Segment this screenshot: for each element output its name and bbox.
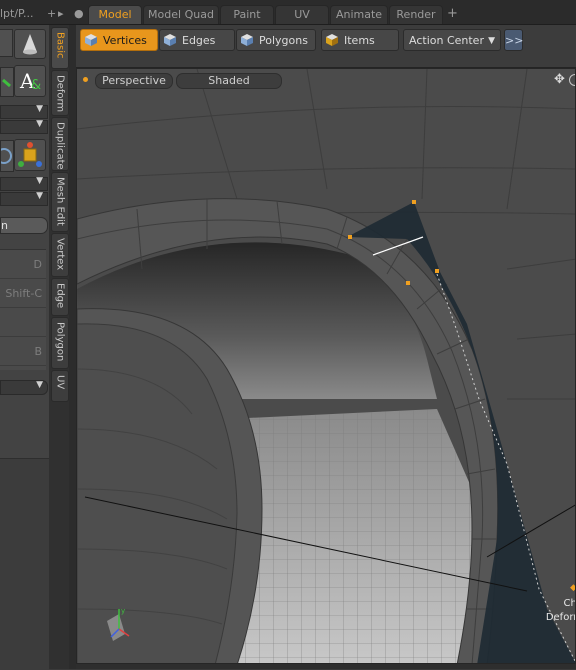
viewport-scene: y (77, 69, 575, 663)
cube-icon (164, 34, 176, 46)
shortcut-list: D Shift-C B (0, 249, 46, 370)
side-tab-duplicate[interactable]: Duplicate (51, 117, 69, 171)
tool-button[interactable] (0, 29, 13, 57)
shortcut-d: D (33, 258, 42, 271)
3d-viewport[interactable]: y Perspective Shaded ✥ ◆ Cha Deform G (76, 68, 576, 664)
edges-mode-button[interactable]: Edges (159, 29, 235, 51)
tab-model-quad[interactable]: Model Quad (143, 5, 219, 24)
selection-toolbar: Vertices Edges Polygons Items Action Cen… (76, 25, 576, 68)
panel-divider[interactable] (69, 25, 76, 669)
cube-icon (241, 34, 253, 46)
ampersand-icon: & (31, 78, 42, 93)
side-tab-strip: Basic Deform Duplicate Mesh Edit Vertex … (49, 25, 69, 669)
orbit-view-icon[interactable] (569, 74, 575, 86)
info-overlay: Cha Deform G (545, 598, 575, 623)
tab-render[interactable]: Render (389, 5, 443, 24)
chevron-right-icon[interactable]: ▸ (58, 5, 64, 23)
list-item[interactable]: B (0, 337, 46, 366)
items-mode-button[interactable]: Items (321, 29, 399, 51)
workspace-tab-bar: lpt/P... + ▸ ● Model Model Quad Paint UV… (0, 0, 576, 25)
green-arrow-icon (2, 78, 11, 88)
add-tab-button[interactable]: + (447, 5, 458, 23)
dropdown[interactable]: ▼ (0, 119, 48, 134)
dropdown[interactable]: ▼ (0, 176, 48, 191)
vertex-marker-icon: ◆ (570, 583, 575, 593)
svg-text:y: y (121, 607, 125, 615)
transform-tool-button[interactable] (14, 139, 46, 171)
chevron-down-icon: ▼ (488, 36, 495, 46)
side-tab-uv[interactable]: UV (51, 370, 69, 402)
tab-model[interactable]: Model (88, 5, 142, 24)
shading-mode-button[interactable]: Shaded (176, 73, 282, 89)
panel-button-n[interactable]: n (0, 217, 48, 234)
list-item[interactable]: D (0, 250, 46, 279)
action-center-dropdown[interactable]: Action Center ▼ (403, 29, 501, 51)
cone-tool-button[interactable] (14, 29, 46, 59)
move-view-icon[interactable]: ✥ (554, 72, 565, 87)
text-tool-button[interactable]: A & (14, 65, 46, 97)
side-tab-mesh-edit[interactable]: Mesh Edit (51, 172, 69, 232)
transform-gizmo-icon (18, 142, 42, 167)
tab-uv[interactable]: UV (275, 5, 329, 24)
dropdown[interactable]: ▼ (0, 104, 48, 119)
side-tab-polygon[interactable]: Polygon (51, 317, 69, 369)
items-cube-icon (326, 34, 338, 46)
viewport-menu-icon[interactable] (83, 77, 88, 82)
tool-button[interactable] (0, 67, 14, 97)
view-type-button[interactable]: Perspective (95, 73, 173, 89)
dot-icon: ● (74, 7, 84, 20)
dropdown[interactable]: ▼ (0, 191, 48, 206)
more-tools-button[interactable]: >> (504, 29, 523, 51)
add-layout-button[interactable]: + (47, 5, 56, 23)
tool-button[interactable] (0, 140, 14, 172)
side-tab-deform[interactable]: Deform (51, 70, 69, 116)
cone-icon (23, 34, 37, 55)
shortcut-shift-c: Shift-C (5, 287, 42, 300)
side-tab-basic[interactable]: Basic (51, 27, 69, 69)
polygons-mode-button[interactable]: Polygons (236, 29, 316, 51)
list-item[interactable] (0, 308, 46, 337)
vertices-mode-button[interactable]: Vertices (80, 29, 158, 51)
status-strip (76, 664, 576, 669)
list-item[interactable]: Shift-C (0, 279, 46, 308)
shortcut-b: B (34, 345, 42, 358)
dropdown[interactable]: ▼ (0, 380, 48, 395)
tab-animate[interactable]: Animate (330, 5, 388, 24)
side-tab-vertex[interactable]: Vertex (51, 233, 69, 277)
side-tab-edge[interactable]: Edge (51, 278, 69, 316)
tab-paint[interactable]: Paint (220, 5, 274, 24)
ring-icon (0, 148, 12, 164)
cube-icon (85, 34, 97, 46)
layout-tab-fragment[interactable]: lpt/P... (0, 5, 33, 23)
empty-panel-area (0, 458, 49, 670)
tool-panel: A & ▼ ▼ ▼ ▼ n D Shift-C B ▼ (0, 25, 50, 670)
